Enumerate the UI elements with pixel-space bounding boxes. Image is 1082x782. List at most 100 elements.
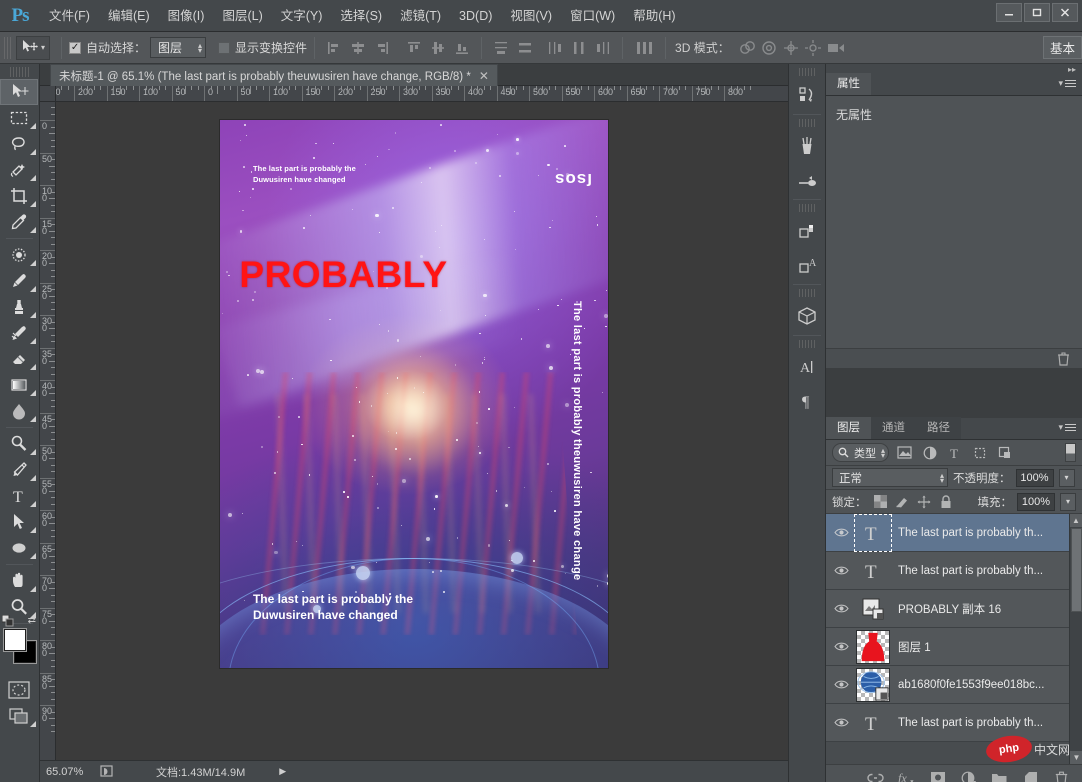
healing-brush-tool[interactable] (0, 242, 38, 268)
hamburger-icon[interactable] (1065, 80, 1076, 87)
swap-colors-icon[interactable]: ⇄ (28, 615, 36, 626)
layer-filter-kind-dropdown[interactable]: 类型 ▴ ▾ (832, 443, 890, 462)
scroll-up-icon[interactable]: ▲ (1070, 514, 1082, 527)
distribute-right-edges-icon[interactable] (593, 38, 613, 58)
new-layer-icon[interactable] (1022, 769, 1039, 782)
smart-object-filter-icon[interactable] (995, 443, 1014, 462)
fill-value-field[interactable]: 100% (1017, 492, 1055, 511)
blur-tool[interactable] (0, 398, 38, 424)
opacity-stepper-icon[interactable]: ▾ (1058, 468, 1075, 487)
layer-row[interactable]: T The last part is probably th... (826, 552, 1082, 590)
delete-layer-icon[interactable] (1053, 769, 1070, 782)
add-mask-icon[interactable] (929, 769, 946, 782)
character-panel-icon[interactable]: A (789, 350, 825, 384)
tab-通道[interactable]: 通道 (871, 417, 916, 439)
lasso-tool[interactable] (0, 131, 38, 157)
align-vertical-centers-icon[interactable] (428, 38, 448, 58)
menu-8[interactable]: 3D(D) (450, 0, 501, 32)
menu-7[interactable]: 滤镜(T) (391, 0, 450, 32)
tab-properties[interactable]: 属性 (826, 73, 871, 95)
tab-图层[interactable]: 图层 (826, 417, 871, 439)
menu-6[interactable]: 选择(S) (331, 0, 391, 32)
menu-5[interactable]: 文字(Y) (272, 0, 332, 32)
tab-路径[interactable]: 路径 (916, 417, 961, 439)
toolbox-grip[interactable] (10, 67, 29, 77)
active-tool-preset[interactable]: ▾ (16, 35, 51, 60)
layer-thumbnail[interactable] (856, 629, 890, 664)
clone-stamp-tool[interactable] (0, 294, 38, 320)
distribute-left-edges-icon[interactable] (545, 38, 565, 58)
dodge-tool[interactable] (0, 431, 38, 457)
close-icon[interactable]: ✕ (479, 69, 489, 83)
default-colors-icon[interactable] (1, 614, 14, 629)
type-filter-icon[interactable]: T (945, 443, 964, 462)
lock-position-icon[interactable] (916, 493, 933, 510)
zoom-level-field[interactable]: 65.07% (40, 766, 96, 778)
hand-tool[interactable] (0, 568, 38, 594)
menu-4[interactable]: 图层(L) (213, 0, 271, 32)
marquee-tool[interactable] (0, 105, 38, 131)
layer-thumbnail[interactable]: T (856, 706, 890, 740)
distribute-spacing-icon[interactable] (632, 38, 656, 58)
type-tool[interactable]: T (0, 483, 38, 509)
lock-all-icon[interactable] (938, 493, 955, 510)
history-brush-tool[interactable] (0, 320, 38, 346)
path-selection-tool[interactable] (0, 509, 38, 535)
eyedropper-tool[interactable] (0, 209, 38, 235)
workspace-switcher-button[interactable]: 基本 (1042, 36, 1082, 59)
layer-row[interactable]: ab1680f0fe1553f9ee018bc... (826, 666, 1082, 704)
dock-grip-5[interactable] (799, 340, 815, 348)
maximize-button[interactable] (1024, 3, 1050, 22)
layer-visibility-toggle[interactable] (826, 603, 856, 614)
distribute-horizontal-centers-icon[interactable] (569, 38, 589, 58)
close-button[interactable] (1052, 3, 1078, 22)
gradient-tool[interactable] (0, 372, 38, 398)
delete-properties-icon[interactable] (1055, 350, 1072, 367)
minimize-button[interactable] (996, 3, 1022, 22)
history-panel-icon[interactable] (789, 78, 825, 112)
adjustment-filter-icon[interactable] (920, 443, 939, 462)
quick-selection-tool[interactable] (0, 157, 38, 183)
lock-image-icon[interactable] (894, 493, 911, 510)
layer-row[interactable]: T The last part is probably th... (826, 704, 1082, 742)
menu-10[interactable]: 窗口(W) (561, 0, 624, 32)
chevron-down-icon[interactable]: ▾ (1058, 422, 1063, 433)
color-swatches[interactable]: ⇄ (0, 614, 38, 667)
chevron-updown-icon[interactable]: ▴ ▾ (198, 41, 202, 54)
scroll-down-icon[interactable]: ▼ (1070, 751, 1082, 764)
align-horizontal-centers-icon[interactable] (348, 38, 368, 58)
filter-enable-toggle[interactable] (1065, 443, 1076, 462)
dock-grip-4[interactable] (799, 289, 815, 297)
align-bottom-edges-icon[interactable] (452, 38, 472, 58)
layer-visibility-toggle[interactable] (826, 527, 856, 538)
new-group-icon[interactable] (991, 769, 1008, 782)
chevron-updown-icon[interactable]: ▴ ▾ (881, 446, 885, 459)
layer-list-scrollbar[interactable]: ▲ ▼ (1069, 514, 1082, 764)
crop-tool[interactable] (0, 183, 38, 209)
dock-grip[interactable] (799, 68, 815, 76)
auto-select-checkbox[interactable]: ✓ (69, 41, 82, 54)
layer-row[interactable]: T The last part is probably th... (826, 514, 1082, 552)
brush-tool[interactable] (0, 268, 38, 294)
status-menu-arrow-icon[interactable]: ▶ (279, 766, 286, 777)
eraser-tool[interactable] (0, 346, 38, 372)
paragraph-panel-icon[interactable]: ¶ (789, 384, 825, 418)
layer-thumbnail[interactable]: T (854, 514, 892, 552)
chevron-updown-icon[interactable]: ▴ ▾ (940, 471, 944, 484)
layer-visibility-toggle[interactable] (826, 641, 856, 652)
pen-tool[interactable] (0, 457, 38, 483)
layer-comps-panel-icon[interactable] (789, 214, 825, 248)
move-tool[interactable] (0, 79, 38, 105)
align-right-edges-icon[interactable] (372, 38, 392, 58)
layer-visibility-toggle[interactable] (826, 717, 856, 728)
threed-pan-icon[interactable] (780, 38, 802, 58)
layers-panel-menu[interactable]: ▾ (1058, 422, 1076, 433)
hamburger-icon[interactable] (1065, 424, 1076, 431)
shape-filter-icon[interactable] (970, 443, 989, 462)
blend-mode-dropdown[interactable]: 正常 ▴ ▾ (832, 468, 948, 487)
layer-row[interactable]: PROBABLY 副本 16 (826, 590, 1082, 628)
distribute-vertical-centers-icon[interactable] (515, 38, 535, 58)
brush-presets-panel-icon[interactable] (789, 129, 825, 163)
layer-thumbnail[interactable]: T (856, 554, 890, 588)
lock-transparent-icon[interactable] (872, 493, 889, 510)
